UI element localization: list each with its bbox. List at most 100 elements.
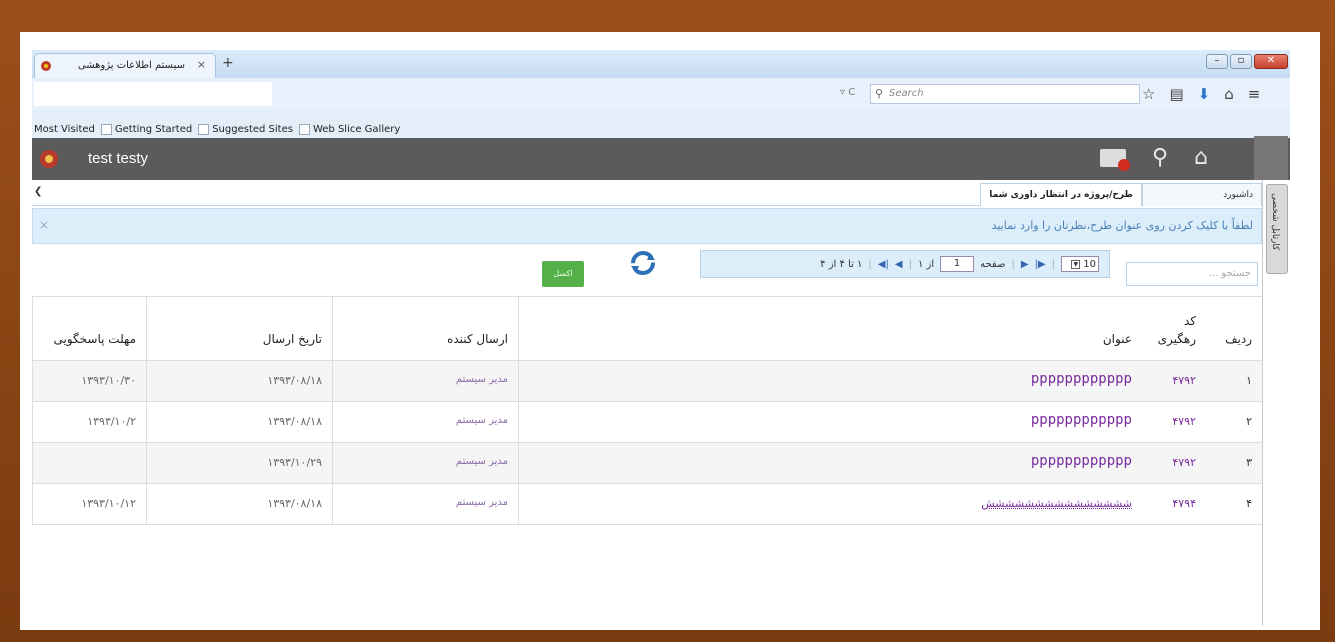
- cell-text: مدیر سیستم: [455, 497, 508, 508]
- cell-text: ۱۳۹۳/۰۸/۱۸: [267, 415, 322, 428]
- download-icon[interactable]: ⬇: [1198, 85, 1211, 103]
- title-link[interactable]: pppppppppppp: [1031, 412, 1132, 428]
- separator: |: [1051, 258, 1055, 270]
- search-icon[interactable]: ⚲: [1152, 145, 1168, 170]
- browser-toolbar-icons: ☆ ▤ ⬇ ⌂ ≡: [1142, 85, 1260, 103]
- bookmark-star-icon[interactable]: ☆: [1142, 85, 1155, 103]
- sidebar-toggle-button[interactable]: [1254, 136, 1288, 180]
- tab-pending-review[interactable]: طرح/پروژه در انتظار داوری شما: [980, 183, 1142, 206]
- notification-badge: [1118, 158, 1130, 171]
- close-icon[interactable]: ×: [39, 218, 49, 232]
- column-header-row[interactable]: ردیف: [1206, 297, 1262, 360]
- cell-sender: مدیر سیستم: [332, 361, 518, 401]
- cell-title: pppppppppppp: [518, 443, 1142, 483]
- cell-code: ۴۷۹۲: [1142, 402, 1206, 442]
- app-logo-icon: [40, 150, 58, 168]
- cell-sent-date: ۱۳۹۳/۱۰/۲۹: [146, 443, 332, 483]
- cell-row: ۳: [1206, 443, 1262, 483]
- bookmark-most-visited[interactable]: Most Visited: [34, 121, 95, 138]
- header-label: رهگیری: [1157, 332, 1196, 346]
- clipboard-icon[interactable]: ▤: [1169, 85, 1183, 103]
- grid-header: ردیف کد رهگیری عنوان ارسال کننده تاریخ ا…: [32, 296, 1262, 361]
- tab-dashboard[interactable]: داشبورد: [1142, 183, 1262, 206]
- chevron-down-icon: ▼: [1071, 259, 1081, 269]
- grid-search-input[interactable]: جستجو ...: [1126, 262, 1258, 286]
- column-header-code[interactable]: کد رهگیری: [1142, 297, 1206, 360]
- cell-text: مدیر سیستم: [455, 456, 508, 467]
- pagination-bar: 10 ▼ | ▶| ▶ | صفحه 1 از ۱ | ◀ |◀ | ۱ تا …: [700, 250, 1110, 278]
- next-page-icon[interactable]: ▶: [1021, 259, 1029, 270]
- refresh-icon[interactable]: [630, 250, 656, 276]
- browser-search-input[interactable]: ⚲ Search: [870, 84, 1140, 104]
- excel-export-button[interactable]: اکسل: [542, 261, 584, 287]
- menu-icon[interactable]: ≡: [1248, 85, 1261, 103]
- mail-icon[interactable]: [1100, 148, 1130, 171]
- table-row[interactable]: ۳ ۴۷۹۲ pppppppppppp مدیر سیستم ۱۳۹۳/۱۰/۲…: [32, 443, 1262, 484]
- folder-icon: [198, 124, 210, 135]
- cell-text: ۴۷۹۲: [1172, 456, 1196, 469]
- cell-title: ششششششششششششششش: [518, 484, 1142, 524]
- column-header-sent-date[interactable]: تاریخ ارسال: [146, 297, 332, 360]
- home-icon[interactable]: ⌂: [1194, 145, 1208, 170]
- separator: |: [908, 258, 912, 270]
- cell-text: ۱۳۹۳/۰۸/۱۸: [267, 374, 322, 387]
- new-tab-button[interactable]: +: [222, 55, 234, 71]
- separator: |: [868, 258, 872, 270]
- cell-text: ۴۷۹۲: [1172, 374, 1196, 387]
- column-header-sender[interactable]: ارسال کننده: [332, 297, 518, 360]
- bookmark-label: Most Visited: [34, 124, 95, 135]
- title-link[interactable]: pppppppppppp: [1031, 453, 1132, 469]
- prev-page-icon[interactable]: ◀: [895, 259, 903, 270]
- page-number-input[interactable]: 1: [940, 256, 975, 272]
- bookmark-suggested-sites[interactable]: Suggested Sites: [198, 121, 293, 138]
- cell-text: ۴۷۹۴: [1172, 497, 1196, 510]
- cell-text: ۳: [1246, 456, 1252, 469]
- column-header-title[interactable]: عنوان: [518, 297, 1142, 360]
- side-tab-personal-inbox[interactable]: کارتابل شخصی: [1266, 184, 1288, 274]
- close-window-button[interactable]: ✕: [1254, 54, 1288, 69]
- first-page-icon[interactable]: |◀: [878, 259, 889, 270]
- navigation-bar: ▿ C ⚲ Search ☆ ▤ ⬇ ⌂ ≡: [32, 78, 1290, 110]
- window-controls: – ▫ ✕: [1206, 54, 1288, 69]
- info-message-bar: × لطفاً با کلیک کردن روی عنوان طرح،نظرتا…: [32, 208, 1262, 244]
- address-bar[interactable]: [34, 82, 272, 106]
- table-row[interactable]: ۱ ۴۷۹۲ pppppppppppp مدیر سیستم ۱۳۹۳/۰۸/۱…: [32, 361, 1262, 402]
- header-label: ردیف: [1225, 332, 1252, 346]
- bookmark-getting-started[interactable]: Getting Started: [100, 121, 192, 138]
- cell-text: ۱۳۹۳/۱۰/۲: [87, 415, 136, 428]
- cell-text: ۴۷۹۲: [1172, 415, 1196, 428]
- page-tabs: ❮ داشبورد طرح/پروژه در انتظار داوری شما: [32, 180, 1262, 206]
- title-link[interactable]: pppppppppppp: [1031, 371, 1132, 387]
- table-row[interactable]: ۲ ۴۷۹۲ pppppppppppp مدیر سیستم ۱۳۹۳/۰۸/۱…: [32, 402, 1262, 443]
- grid-toolbar: اکسل 10 ▼ | ▶| ▶ | صفحه 1 از ۱ | ◀ |◀ | …: [32, 246, 1262, 296]
- cell-row: ۱: [1206, 361, 1262, 401]
- maximize-button[interactable]: ▫: [1230, 54, 1252, 69]
- separator: |: [1011, 258, 1015, 270]
- page-size-select[interactable]: 10 ▼: [1061, 256, 1099, 272]
- cell-text: مدیر سیستم: [455, 374, 508, 385]
- info-message: لطفاً با کلیک کردن روی عنوان طرح،نظرتان …: [991, 219, 1253, 232]
- page-size-value: 10: [1083, 258, 1096, 270]
- browser-search-placeholder: Search: [889, 88, 924, 99]
- bookmark-web-slice-gallery[interactable]: Web Slice Gallery: [298, 121, 401, 138]
- cell-text: ۲: [1246, 415, 1252, 428]
- records-summary: ۱ تا ۴ از ۴: [820, 258, 863, 270]
- cell-sender: مدیر سیستم: [332, 484, 518, 524]
- tab-close-icon[interactable]: ×: [197, 58, 206, 71]
- browser-tab[interactable]: سیستم اطلاعات پژوهشی ×: [34, 53, 216, 78]
- last-page-icon[interactable]: ▶|: [1035, 259, 1046, 270]
- cell-row: ۲: [1206, 402, 1262, 442]
- column-header-due-date[interactable]: مهلت پاسخگویی: [32, 297, 146, 360]
- title-link[interactable]: ششششششششششششششش: [981, 497, 1132, 510]
- cell-sent-date: ۱۳۹۳/۰۸/۱۸: [146, 484, 332, 524]
- header-icons: ⚲ ⌂: [1100, 145, 1208, 171]
- table-row[interactable]: ۴ ۴۷۹۴ ششششششششششششششش مدیر سیستم ۱۳۹۳/۰…: [32, 484, 1262, 525]
- browser-window: سیستم اطلاعات پژوهشی × + – ▫ ✕ ▿ C ⚲ Sea…: [32, 50, 1290, 626]
- home-icon[interactable]: ⌂: [1224, 85, 1234, 103]
- user-name[interactable]: test testy: [88, 150, 148, 167]
- minimize-button[interactable]: –: [1206, 54, 1228, 69]
- tabs-scroll-left-icon[interactable]: ❮: [34, 186, 42, 197]
- bookmark-label: Web Slice Gallery: [312, 124, 401, 135]
- reload-icon[interactable]: ▿ C: [840, 87, 855, 98]
- folder-icon: [100, 124, 112, 135]
